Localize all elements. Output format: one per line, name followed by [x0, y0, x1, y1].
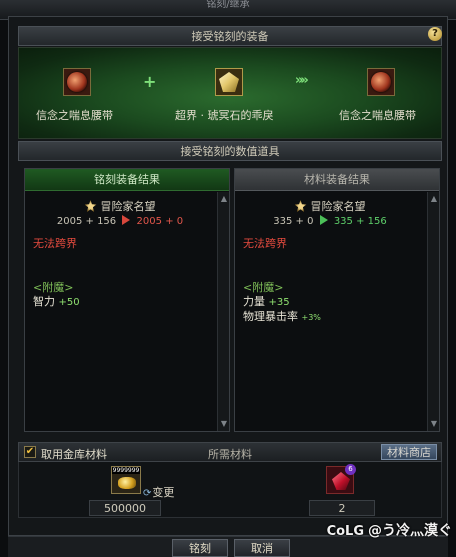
equip-panel: 信念之喘息腰带 + 超界 · 琥冥石的乖戾 »» 信念之喘息腰带 — [18, 47, 442, 139]
help-icon[interactable]: ? — [428, 27, 442, 41]
materials-header: ✔ 取用金库材料 所需材料 材料商店 — [18, 442, 442, 462]
equip-section-header: 接受铭刻的装备 — [18, 26, 442, 46]
material-item-slot[interactable] — [215, 68, 243, 96]
change-button[interactable]: ⟳变更 — [143, 484, 174, 500]
scroll-up-icon[interactable]: ▲ — [429, 194, 439, 204]
reputation-label: 冒险家名望 — [310, 200, 366, 213]
values-section-header: 接受铭刻的数值道具 — [18, 141, 442, 161]
engrave-result-panel: 铭刻装备结果 冒险家名望 2005 + 156 2005 + 0 无法跨界 <附… — [24, 168, 230, 432]
change-label: 变更 — [152, 486, 175, 499]
result-item-slot[interactable] — [367, 68, 395, 96]
arrow-right-icon — [319, 215, 328, 225]
material-shop-button[interactable]: 材料商店 — [381, 444, 437, 460]
result-item-name: 信念之喘息腰带 — [339, 109, 416, 122]
engrave-result-body: 冒险家名望 2005 + 156 2005 + 0 无法跨界 <附魔> 智力 +… — [25, 192, 215, 431]
crystal-icon — [219, 72, 239, 92]
stat-row: 力量 +35 — [243, 295, 417, 310]
material-result-body: 冒险家名望 335 + 0 335 + 156 无法跨界 <附魔> 力量 +35… — [235, 192, 425, 431]
watermark: CoLG @う冷灬漠ぐ — [327, 520, 452, 540]
arrow-right-icon — [122, 215, 131, 225]
colg-logo: CoLG — [326, 524, 364, 539]
material-result-tab[interactable]: 材料装备结果 — [235, 169, 439, 191]
after-bonus: + 0 — [165, 216, 184, 227]
reputation-values: 335 + 0 335 + 156 — [243, 215, 417, 227]
scrollbar[interactable]: ▲ ▼ — [427, 192, 439, 431]
before-bonus: + 0 — [295, 216, 314, 227]
reputation-values: 2005 + 156 2005 + 0 — [33, 215, 207, 227]
cancel-button[interactable]: 取消 — [234, 539, 290, 557]
stat-value: +50 — [58, 297, 80, 308]
enchant-title: <附魔> — [243, 281, 284, 294]
gem-amount: 2 — [309, 500, 375, 516]
materials-title: 所需材料 — [208, 448, 252, 461]
reputation-emblem-icon — [84, 200, 97, 212]
materials-area: 9999999 ⟳变更 500000 6 2 — [18, 462, 442, 518]
scroll-up-icon[interactable]: ▲ — [219, 194, 229, 204]
gold-coins-icon — [118, 477, 136, 489]
scroll-down-icon[interactable]: ▼ — [219, 419, 229, 429]
stat-name: 智力 — [33, 295, 55, 308]
before-base: 335 — [273, 216, 293, 227]
gem-item-slot[interactable]: 6 — [326, 464, 356, 494]
window-title: 铭刻/继承 — [206, 0, 250, 10]
engrave-button[interactable]: 铭刻 — [172, 539, 228, 557]
watermark-text: @う冷灬漠ぐ — [368, 523, 452, 539]
stat-value: +3% — [301, 313, 321, 322]
reputation-label: 冒险家名望 — [100, 200, 156, 213]
belt-icon — [371, 72, 391, 92]
gold-item-slot[interactable]: 9999999 — [111, 466, 141, 494]
scroll-down-icon[interactable]: ▼ — [429, 419, 439, 429]
stat-row: 物理暴击率 +3% — [243, 310, 417, 325]
values-section-title: 接受铭刻的数值道具 — [180, 145, 280, 158]
refresh-icon: ⟳ — [143, 488, 152, 499]
stat-row: 智力 +50 — [33, 295, 207, 310]
warning-text: 无法跨界 — [33, 237, 77, 250]
after-bonus: + 156 — [356, 216, 387, 227]
before-base: 2005 — [56, 216, 83, 227]
reputation-emblem-icon — [294, 200, 307, 212]
material-result-panel: 材料装备结果 冒险家名望 335 + 0 335 + 156 无法跨界 <附魔>… — [234, 168, 440, 432]
before-bonus: + 156 — [85, 216, 117, 227]
enchant-title: <附魔> — [33, 281, 74, 294]
stat-name: 物理暴击率 — [243, 310, 298, 323]
reputation-row: 冒险家名望 — [33, 198, 207, 214]
after-base: 335 — [333, 216, 353, 227]
reputation-row: 冒险家名望 — [243, 198, 417, 214]
source-item-name: 信念之喘息腰带 — [36, 109, 113, 122]
warning-text: 无法跨界 — [243, 237, 287, 250]
after-base: 2005 — [136, 216, 162, 227]
red-gem-icon — [332, 472, 350, 490]
stat-value: +35 — [268, 297, 290, 308]
material-item-name: 超界 · 琥冥石的乖戾 — [175, 109, 274, 122]
scrollbar[interactable]: ▲ ▼ — [217, 192, 229, 431]
plus-icon: + — [143, 72, 157, 91]
equip-section-title: 接受铭刻的装备 — [191, 30, 269, 43]
engrave-result-tab[interactable]: 铭刻装备结果 — [25, 169, 229, 191]
arrow-right-icon: »» — [295, 73, 309, 88]
gem-badge: 6 — [345, 464, 356, 475]
stat-name: 力量 — [243, 295, 265, 308]
gold-stack-label: 9999999 — [112, 467, 140, 474]
source-item-slot[interactable] — [63, 68, 91, 96]
gold-amount: 500000 — [89, 500, 161, 516]
belt-icon — [67, 72, 87, 92]
